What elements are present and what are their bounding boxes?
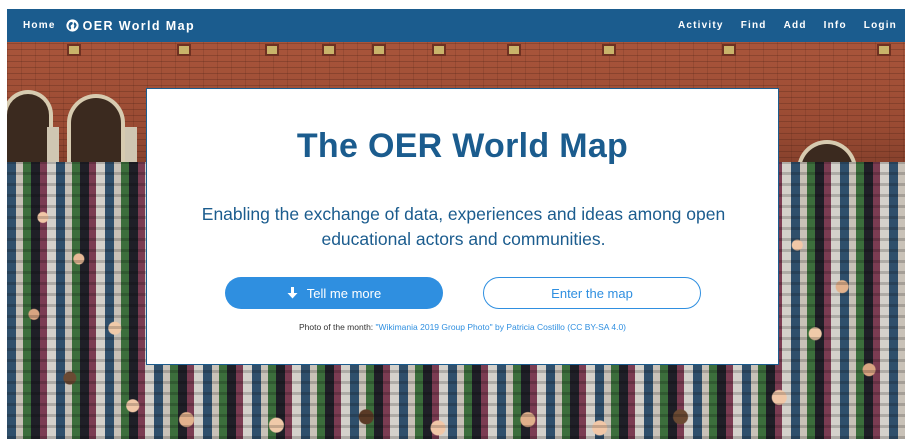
top-navbar: Home OER World Map Activity Find Add Inf… <box>7 9 905 42</box>
page-frame: Home OER World Map Activity Find Add Inf… <box>7 9 905 439</box>
credit-license-link[interactable]: (CC BY-SA 4.0) <box>567 322 626 332</box>
nav-home-link[interactable]: Home <box>23 20 56 31</box>
nav-brand-link[interactable]: OER World Map <box>66 19 195 33</box>
credit-by: by <box>492 322 507 332</box>
tell-me-more-label: Tell me more <box>306 285 382 301</box>
credit-prefix: Photo of the month: <box>298 322 376 332</box>
tell-me-more-button[interactable]: Tell me more <box>225 277 443 309</box>
hero-title: The OER World Map <box>296 127 629 165</box>
window <box>177 44 191 56</box>
window <box>67 44 81 56</box>
navbar-right: Activity Find Add Info Login <box>661 20 897 31</box>
nav-item-activity[interactable]: Activity <box>678 20 724 31</box>
navbar-left: Home OER World Map <box>23 19 195 33</box>
window <box>432 44 446 56</box>
window <box>322 44 336 56</box>
globe-icon <box>66 19 79 32</box>
nav-item-find[interactable]: Find <box>741 20 767 31</box>
nav-item-add[interactable]: Add <box>784 20 807 31</box>
window <box>507 44 521 56</box>
window <box>265 44 279 56</box>
brand-label: OER World Map <box>82 18 196 33</box>
window <box>877 44 891 56</box>
nav-item-login[interactable]: Login <box>864 20 897 31</box>
enter-the-map-label: Enter the map <box>551 285 633 301</box>
window <box>602 44 616 56</box>
nav-item-info[interactable]: Info <box>824 20 847 31</box>
window <box>372 44 386 56</box>
hero-card: The OER World Map Enabling the exchange … <box>146 88 779 365</box>
hero-subtitle: Enabling the exchange of data, experienc… <box>201 204 726 249</box>
photo-credit: Photo of the month: "Wikimania 2019 Grou… <box>147 322 778 332</box>
credit-author-link[interactable]: Patricia Costillo <box>506 322 565 332</box>
credit-photo-link[interactable]: "Wikimania 2019 Group Photo" <box>376 322 493 332</box>
arrow-down-icon <box>287 287 298 299</box>
enter-the-map-button[interactable]: Enter the map <box>483 277 701 309</box>
window <box>722 44 736 56</box>
